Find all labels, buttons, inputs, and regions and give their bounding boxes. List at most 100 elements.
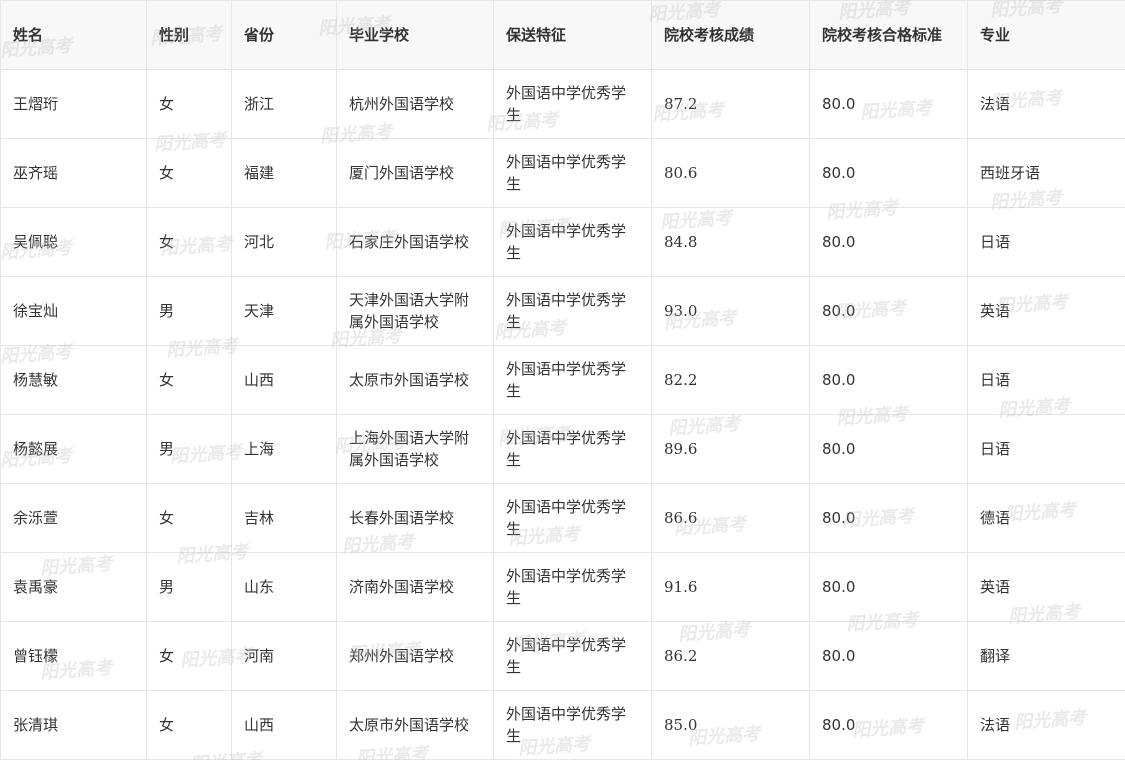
cell-score: 85.0 [651,690,810,760]
cell-name: 王熠珩 [0,69,147,139]
cell-feature: 外国语中学优秀学生 [493,552,652,622]
cell-name: 徐宝灿 [0,276,147,346]
cell-pass-standard: 80.0 [809,69,968,139]
cell-major: 日语 [967,207,1125,277]
cell-feature: 外国语中学优秀学生 [493,276,652,346]
cell-gender: 男 [146,414,232,484]
cell-name: 杨慧敏 [0,345,147,415]
cell-score: 89.6 [651,414,810,484]
cell-gender: 女 [146,483,232,553]
header-major: 专业 [967,0,1125,70]
table-row: 巫齐瑶女福建 厦门外国语学校 外国语中学优秀学生 80.6 80.0 西班牙语 [0,138,1125,208]
cell-name: 余泺萱 [0,483,147,553]
cell-gender: 女 [146,621,232,691]
cell-province: 山东 [231,552,337,622]
cell-major: 日语 [967,414,1125,484]
cell-feature: 外国语中学优秀学生 [493,483,652,553]
cell-school: 上海外国语大学附属外国语学校 [336,414,494,484]
cell-major: 法语 [967,690,1125,760]
cell-score: 87.2 [651,69,810,139]
cell-gender: 男 [146,276,232,346]
cell-major: 英语 [967,552,1125,622]
cell-name: 吴佩聪 [0,207,147,277]
cell-feature: 外国语中学优秀学生 [493,345,652,415]
cell-major: 翻译 [967,621,1125,691]
cell-name: 杨懿展 [0,414,147,484]
cell-name: 巫齐瑶 [0,138,147,208]
cell-score: 93.0 [651,276,810,346]
cell-province: 山西 [231,690,337,760]
admission-table: 姓名 性别 省份 毕业学校 保送特征 院校考核成绩 院校考核合格标准 专业 王熠… [0,0,1125,760]
cell-province: 浙江 [231,69,337,139]
cell-province: 上海 [231,414,337,484]
header-province: 省份 [231,0,337,70]
table-row: 余泺萱女吉林 长春外国语学校 外国语中学优秀学生 86.6 80.0 德语 [0,483,1125,553]
cell-school: 济南外国语学校 [336,552,494,622]
header-name: 姓名 [0,0,147,70]
table-row: 杨慧敏女山西 太原市外国语学校 外国语中学优秀学生 82.2 80.0 日语 [0,345,1125,415]
cell-gender: 女 [146,69,232,139]
cell-major: 法语 [967,69,1125,139]
cell-pass-standard: 80.0 [809,207,968,277]
cell-gender: 女 [146,345,232,415]
cell-score: 82.2 [651,345,810,415]
cell-gender: 女 [146,690,232,760]
cell-school: 天津外国语大学附属外国语学校 [336,276,494,346]
header-school: 毕业学校 [336,0,494,70]
cell-feature: 外国语中学优秀学生 [493,621,652,691]
cell-gender: 男 [146,552,232,622]
cell-school: 长春外国语学校 [336,483,494,553]
header-pass-standard: 院校考核合格标准 [809,0,968,70]
header-feature: 保送特征 [493,0,652,70]
cell-score: 80.6 [651,138,810,208]
cell-province: 福建 [231,138,337,208]
table-row: 袁禹豪男山东 济南外国语学校 外国语中学优秀学生 91.6 80.0 英语 [0,552,1125,622]
cell-feature: 外国语中学优秀学生 [493,138,652,208]
table-row: 杨懿展男上海 上海外国语大学附属外国语学校 外国语中学优秀学生 89.6 80.0 日语 [0,414,1125,484]
cell-gender: 女 [146,207,232,277]
cell-pass-standard: 80.0 [809,552,968,622]
cell-name: 曾钰檬 [0,621,147,691]
cell-name: 张清琪 [0,690,147,760]
cell-school: 石家庄外国语学校 [336,207,494,277]
cell-province: 山西 [231,345,337,415]
cell-pass-standard: 80.0 [809,138,968,208]
cell-school: 太原市外国语学校 [336,345,494,415]
cell-province: 吉林 [231,483,337,553]
cell-major: 日语 [967,345,1125,415]
table-body: 王熠珩女浙江 杭州外国语学校 外国语中学优秀学生 87.2 80.0 法语 巫齐瑶女福建 厦门… [0,69,1125,760]
cell-gender: 女 [146,138,232,208]
cell-province: 河北 [231,207,337,277]
cell-feature: 外国语中学优秀学生 [493,690,652,760]
cell-school: 郑州外国语学校 [336,621,494,691]
header-row: 姓名 性别 省份 毕业学校 保送特征 院校考核成绩 院校考核合格标准 专业 [0,0,1125,70]
table-row: 徐宝灿男天津 天津外国语大学附属外国语学校 外国语中学优秀学生 93.0 80.0 英语 [0,276,1125,346]
header-gender: 性别 [146,0,232,70]
cell-feature: 外国语中学优秀学生 [493,207,652,277]
cell-pass-standard: 80.0 [809,276,968,346]
cell-school: 厦门外国语学校 [336,138,494,208]
table-header: 姓名 性别 省份 毕业学校 保送特征 院校考核成绩 院校考核合格标准 专业 [0,0,1125,70]
cell-pass-standard: 80.0 [809,483,968,553]
cell-school: 太原市外国语学校 [336,690,494,760]
cell-school: 杭州外国语学校 [336,69,494,139]
table-row: 吴佩聪女河北 石家庄外国语学校 外国语中学优秀学生 84.8 80.0 日语 [0,207,1125,277]
cell-name: 袁禹豪 [0,552,147,622]
table-row: 曾钰檬女河南 郑州外国语学校 外国语中学优秀学生 86.2 80.0 翻译 [0,621,1125,691]
cell-province: 河南 [231,621,337,691]
cell-province: 天津 [231,276,337,346]
cell-pass-standard: 80.0 [809,414,968,484]
cell-score: 84.8 [651,207,810,277]
cell-score: 86.6 [651,483,810,553]
header-score: 院校考核成绩 [651,0,810,70]
table-row: 王熠珩女浙江 杭州外国语学校 外国语中学优秀学生 87.2 80.0 法语 [0,69,1125,139]
table-row: 张清琪女山西 太原市外国语学校 外国语中学优秀学生 85.0 80.0 法语 [0,690,1125,760]
cell-score: 91.6 [651,552,810,622]
cell-major: 英语 [967,276,1125,346]
cell-major: 德语 [967,483,1125,553]
cell-pass-standard: 80.0 [809,621,968,691]
cell-pass-standard: 80.0 [809,690,968,760]
cell-pass-standard: 80.0 [809,345,968,415]
cell-major: 西班牙语 [967,138,1125,208]
cell-feature: 外国语中学优秀学生 [493,69,652,139]
